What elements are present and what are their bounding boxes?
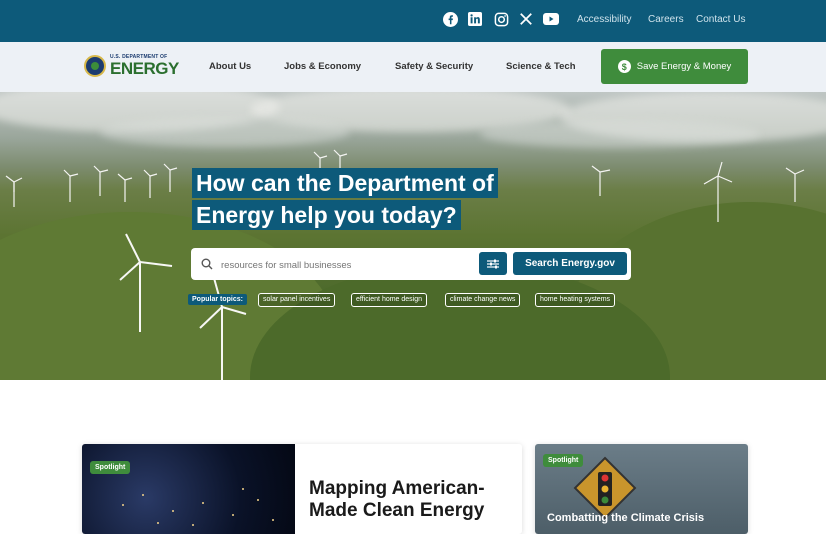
x-icon[interactable] bbox=[518, 11, 534, 27]
nav-jobs-economy[interactable]: Jobs & Economy bbox=[284, 61, 361, 72]
dollar-icon: $ bbox=[617, 60, 631, 73]
topic-chip[interactable]: efficient home design bbox=[351, 293, 428, 307]
careers-link[interactable]: Careers bbox=[648, 14, 684, 25]
topic-chip[interactable]: climate change news bbox=[445, 293, 521, 307]
linkedin-icon[interactable] bbox=[467, 11, 483, 27]
save-energy-label: Save Energy & Money bbox=[636, 61, 732, 72]
facebook-icon[interactable] bbox=[442, 11, 458, 27]
search-icon bbox=[201, 257, 213, 275]
headline-line-1: How can the Department of bbox=[192, 168, 498, 198]
popular-topics-label: Popular topics: bbox=[188, 294, 247, 305]
topic-chip[interactable]: home heating systems bbox=[535, 293, 616, 307]
spotlight-card-climate[interactable]: Spotlight Combatting the Climate Crisis bbox=[535, 444, 748, 534]
headline-line-2: Energy help you today? bbox=[192, 200, 461, 230]
doe-seal-icon bbox=[84, 55, 106, 77]
spotlight-badge: Spotlight bbox=[543, 454, 584, 467]
card-title[interactable]: Mapping American-Made Clean Energy bbox=[309, 478, 509, 522]
hero-headline: How can the Department of Energy help yo… bbox=[192, 168, 498, 230]
search-input[interactable] bbox=[219, 254, 473, 276]
accessibility-link[interactable]: Accessibility bbox=[577, 14, 631, 25]
doe-logo[interactable]: U.S. DEPARTMENT OF ENERGY bbox=[84, 55, 179, 77]
search-submit-button[interactable]: Search Energy.gov bbox=[513, 252, 627, 275]
spotlight-card-mapping[interactable]: Spotlight Mapping American-Made Clean En… bbox=[82, 444, 522, 534]
spotlight-badge: Spotlight bbox=[90, 461, 131, 474]
instagram-icon[interactable] bbox=[493, 11, 509, 27]
nav-safety-security[interactable]: Safety & Security bbox=[395, 61, 473, 72]
card-title[interactable]: Combatting the Climate Crisis bbox=[547, 512, 704, 524]
search-bar: Search Energy.gov bbox=[191, 248, 631, 280]
nav-about-us[interactable]: About Us bbox=[209, 61, 251, 72]
nav-science-tech[interactable]: Science & Tech bbox=[506, 61, 576, 72]
hero-banner bbox=[0, 92, 826, 380]
contact-us-link[interactable]: Contact Us bbox=[696, 14, 745, 25]
search-filter-button[interactable] bbox=[479, 252, 507, 275]
night-lights-map-image bbox=[82, 444, 295, 534]
logo-title: ENERGY bbox=[110, 59, 179, 78]
sliders-icon bbox=[487, 259, 499, 268]
topic-chip[interactable]: solar panel incentives bbox=[258, 293, 336, 307]
save-energy-button[interactable]: $ Save Energy & Money bbox=[601, 49, 748, 84]
youtube-icon[interactable] bbox=[543, 11, 559, 27]
